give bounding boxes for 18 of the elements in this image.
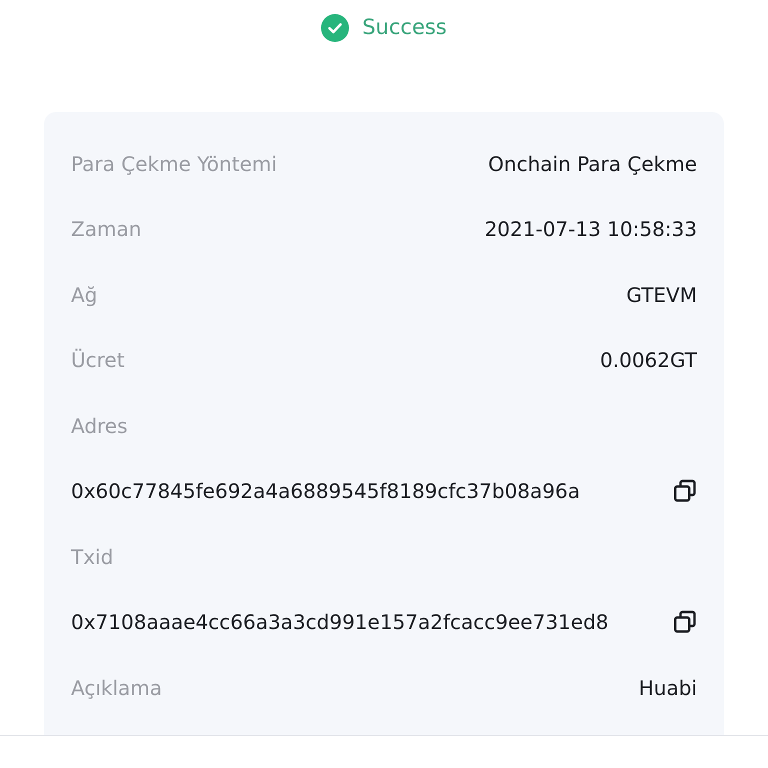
hash-value: 0x60c77845fe692a4a6889545f8189cfc37b08a96a bbox=[71, 479, 580, 504]
field-value: Huabi bbox=[638, 676, 697, 700]
check-circle-icon bbox=[321, 14, 350, 42]
field-label: Zaman bbox=[71, 217, 142, 242]
field-label: Txid bbox=[71, 544, 114, 569]
field-value: GTEVM bbox=[626, 282, 697, 307]
field-label: Ağ bbox=[71, 282, 98, 307]
copy-icon[interactable] bbox=[673, 479, 697, 504]
field-value: 2021-07-13 10:58:33 bbox=[484, 217, 697, 242]
field-value: 0.0062GT bbox=[600, 348, 697, 372]
hash-value: 0x7108aaae4cc66a3a3cd991e157a2fcacc9ee731ed8 bbox=[71, 610, 608, 634]
field-label: Ücret bbox=[71, 348, 125, 372]
status-text: Success bbox=[362, 15, 447, 41]
field-label: Açıklama bbox=[71, 676, 162, 700]
field-label: Para Çekme Yöntemi bbox=[71, 152, 277, 176]
field-label: Adres bbox=[71, 414, 128, 438]
copy-icon[interactable] bbox=[673, 610, 697, 634]
field-value: Onchain Para Çekme bbox=[488, 152, 697, 176]
